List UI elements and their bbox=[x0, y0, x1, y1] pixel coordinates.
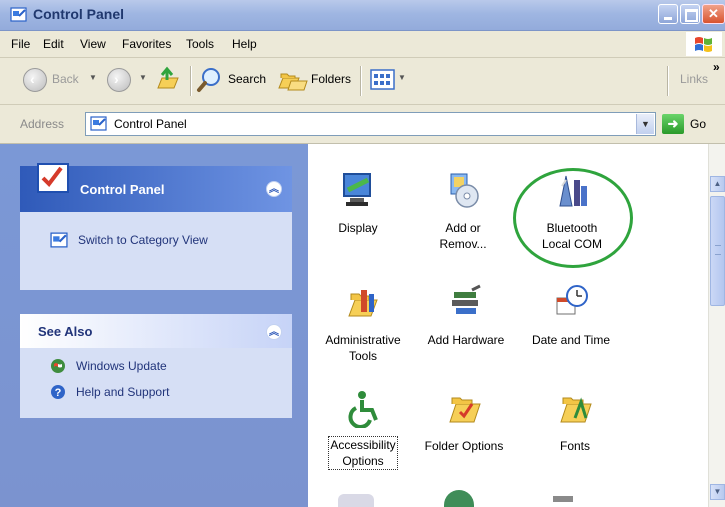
maximize-button[interactable] bbox=[680, 4, 700, 24]
svg-text:?: ? bbox=[55, 387, 62, 399]
fonts-label: Fonts bbox=[559, 439, 590, 453]
highlight-circle bbox=[513, 168, 633, 268]
switch-category-view-link[interactable]: Switch to Category View bbox=[50, 232, 208, 248]
back-dropdown-caret-icon[interactable]: ▼ bbox=[89, 73, 97, 82]
search-button-label[interactable]: Search bbox=[228, 72, 266, 86]
control-panel-icon bbox=[90, 116, 107, 131]
fonts-icon bbox=[560, 397, 592, 423]
see-also-box: See Also ︽ Windows Update ? Help and Sup… bbox=[20, 314, 292, 418]
folder-options-label: Folder Options bbox=[424, 439, 504, 453]
task-box-header: Control Panel ︽ bbox=[20, 163, 292, 212]
address-value: Control Panel bbox=[114, 117, 187, 131]
add-remove-programs-label-1: Add or bbox=[445, 221, 481, 235]
windows-update-label: Windows Update bbox=[76, 359, 167, 373]
administrative-tools-icon bbox=[348, 290, 378, 317]
partial-item-icon bbox=[338, 494, 374, 507]
control-panel-task-box: Control Panel ︽ Switch to Category View bbox=[20, 163, 292, 290]
add-remove-programs-label-2: Remov... bbox=[439, 237, 487, 251]
collapse-chevron-icon[interactable]: ︽ bbox=[266, 324, 282, 340]
accessibility-label-2: Options bbox=[342, 454, 384, 468]
folders-button-label[interactable]: Folders bbox=[311, 72, 351, 86]
accessibility-label-1: Accessibility bbox=[330, 438, 396, 452]
scroll-thumb[interactable] bbox=[710, 196, 725, 306]
help-support-label: Help and Support bbox=[76, 385, 170, 399]
collapse-chevron-icon[interactable]: ︽ bbox=[266, 181, 282, 197]
accessibility-options-label-box: Accessibility Options bbox=[328, 436, 398, 470]
switch-category-view-label: Switch to Category View bbox=[78, 233, 208, 247]
menu-edit[interactable]: Edit bbox=[43, 37, 64, 51]
administrative-tools-label-2: Tools bbox=[348, 349, 377, 363]
toolbar-separator bbox=[360, 66, 362, 96]
partial-item-icon bbox=[553, 496, 573, 502]
add-remove-programs-icon bbox=[450, 173, 479, 208]
toolbar-separator bbox=[667, 66, 669, 96]
see-also-header: See Also ︽ bbox=[20, 314, 292, 348]
forward-arrow-icon[interactable]: › bbox=[107, 68, 131, 92]
menu-bar: File Edit View Favorites Tools Help bbox=[0, 31, 725, 58]
windows-logo-icon bbox=[686, 32, 722, 56]
toolbar-more-chevron[interactable]: » bbox=[713, 60, 720, 74]
toolbar-separator bbox=[190, 66, 192, 96]
task-box-title: Control Panel bbox=[80, 182, 165, 197]
administrative-tools-item[interactable]: Administrative Tools bbox=[311, 282, 415, 364]
menu-tools[interactable]: Tools bbox=[186, 37, 214, 51]
control-panel-icon bbox=[10, 7, 27, 22]
date-time-label: Date and Time bbox=[531, 333, 611, 347]
date-time-icon bbox=[556, 285, 588, 315]
close-button[interactable] bbox=[702, 4, 725, 24]
fonts-item[interactable]: Fonts bbox=[535, 388, 615, 454]
display-icon bbox=[343, 173, 371, 206]
accessibility-options-item[interactable]: Accessibility Options bbox=[315, 388, 411, 470]
address-dropdown-icon[interactable]: ▼ bbox=[636, 114, 654, 134]
back-arrow-icon[interactable]: ‹ bbox=[23, 68, 47, 92]
help-icon: ? bbox=[51, 385, 65, 399]
minimize-button[interactable] bbox=[658, 4, 678, 24]
views-dropdown-caret-icon[interactable]: ▼ bbox=[398, 73, 406, 82]
add-remove-programs-item[interactable]: Add or Remov... bbox=[423, 170, 503, 252]
folders-icon[interactable] bbox=[276, 66, 308, 94]
vertical-scrollbar[interactable]: ▲ ▼ bbox=[708, 144, 725, 507]
windows-update-link[interactable]: Windows Update bbox=[50, 358, 167, 374]
back-button-label[interactable]: Back bbox=[52, 72, 79, 86]
address-bar: Address Control Panel ▼ ➜ Go bbox=[0, 105, 725, 144]
display-label: Display bbox=[338, 221, 378, 235]
administrative-tools-label-1: Administrative bbox=[325, 333, 401, 347]
toolbar: ‹ Back ▼ › ▼ Search Folders ▼ Links » bbox=[0, 58, 725, 105]
forward-dropdown-caret-icon[interactable]: ▼ bbox=[139, 73, 147, 82]
menu-view[interactable]: View bbox=[80, 37, 106, 51]
go-arrow-icon[interactable]: ➜ bbox=[662, 114, 684, 134]
title-bar: Control Panel bbox=[0, 0, 725, 31]
menu-favorites[interactable]: Favorites bbox=[122, 37, 171, 51]
windows-update-icon bbox=[51, 359, 65, 373]
menu-help[interactable]: Help bbox=[232, 37, 257, 51]
accessibility-icon bbox=[348, 391, 378, 428]
display-item[interactable]: Display bbox=[323, 170, 393, 236]
go-button-label[interactable]: Go bbox=[690, 117, 706, 131]
date-time-item[interactable]: Date and Time bbox=[519, 282, 623, 348]
help-support-link[interactable]: ? Help and Support bbox=[50, 384, 169, 400]
add-hardware-label: Add Hardware bbox=[427, 333, 505, 347]
window-title: Control Panel bbox=[33, 6, 125, 22]
scroll-up-icon[interactable]: ▲ bbox=[710, 176, 725, 192]
folder-options-item[interactable]: Folder Options bbox=[412, 388, 516, 454]
add-hardware-icon bbox=[452, 284, 481, 314]
control-panel-icon bbox=[50, 232, 68, 248]
up-folder-icon[interactable] bbox=[155, 66, 181, 94]
menu-file[interactable]: File bbox=[11, 37, 30, 51]
address-input[interactable]: Control Panel ▼ bbox=[85, 112, 656, 136]
address-label: Address bbox=[20, 117, 65, 131]
views-icon[interactable] bbox=[370, 68, 396, 92]
control-panel-big-icon bbox=[37, 163, 69, 193]
see-also-title: See Also bbox=[38, 324, 93, 339]
scroll-down-icon[interactable]: ▼ bbox=[710, 484, 725, 500]
links-label[interactable]: Links bbox=[680, 72, 708, 86]
task-pane: Control Panel ︽ Switch to Category View … bbox=[0, 144, 308, 507]
search-icon[interactable] bbox=[196, 66, 224, 94]
add-hardware-item[interactable]: Add Hardware bbox=[414, 282, 518, 348]
folder-options-icon bbox=[449, 397, 481, 423]
